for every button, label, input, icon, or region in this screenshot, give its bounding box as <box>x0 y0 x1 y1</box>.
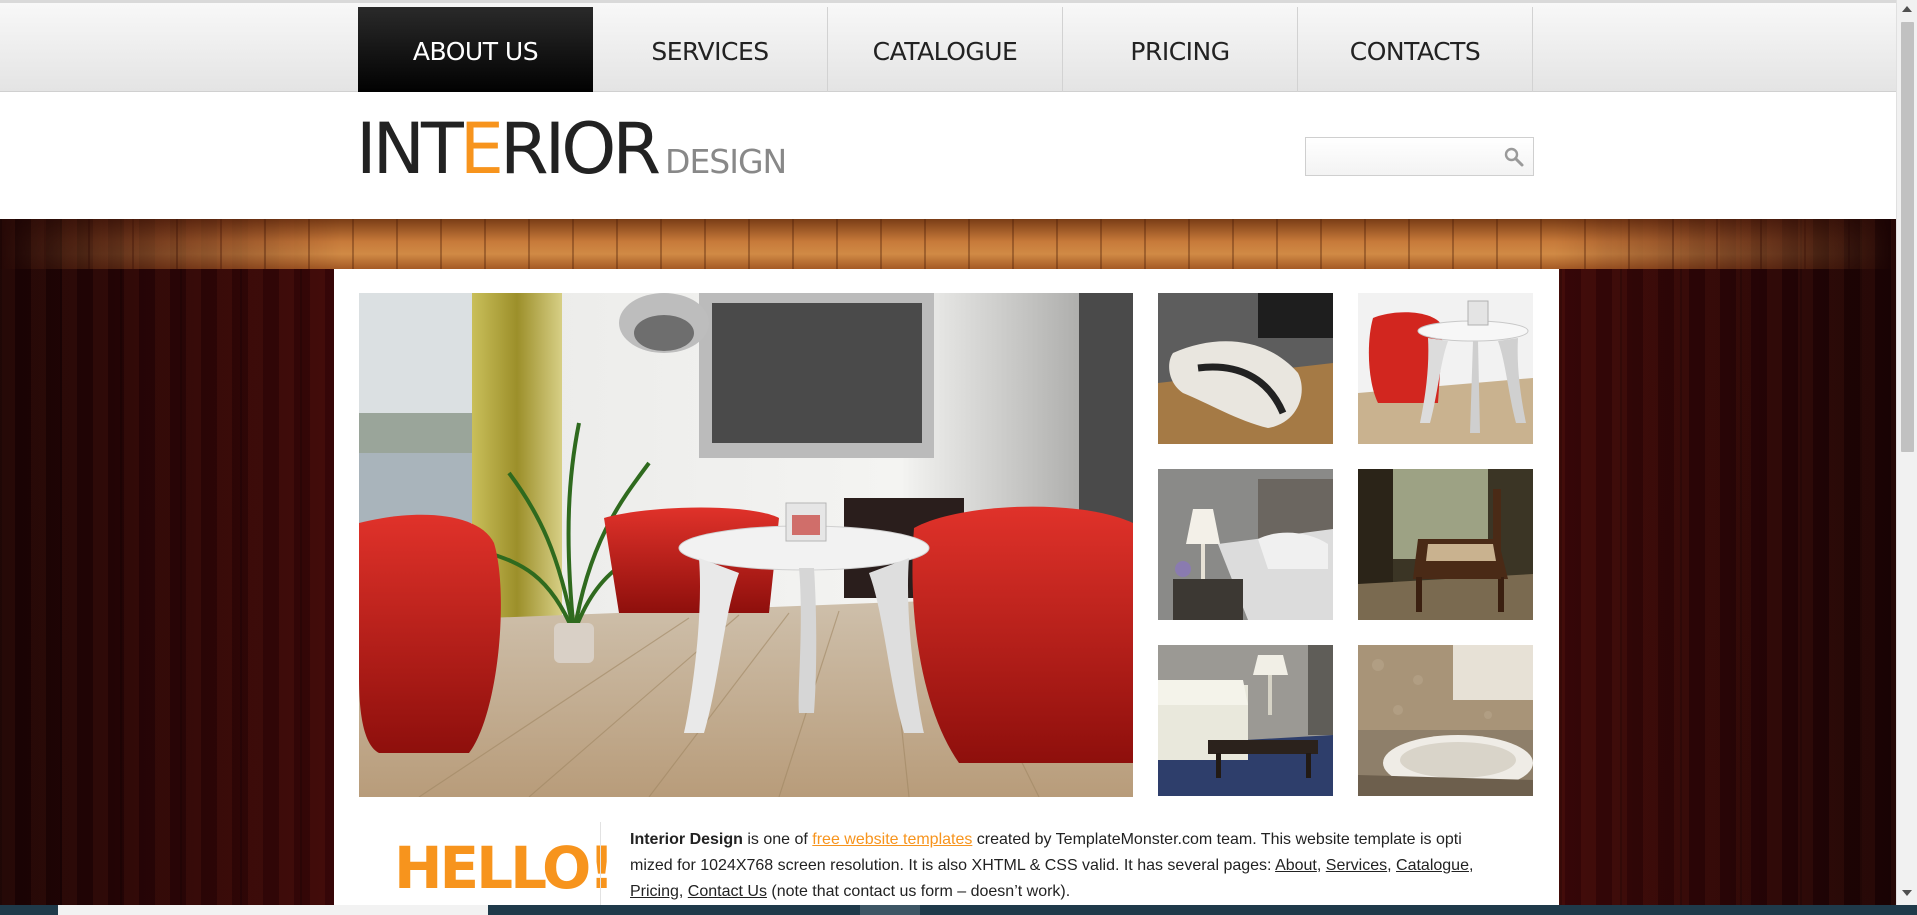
gallery-thumb-3[interactable] <box>1158 469 1333 620</box>
taskbar-app-button[interactable] <box>860 905 920 915</box>
gallery-thumb-1[interactable] <box>1158 293 1333 444</box>
site-header: INTERIOR DESIGN <box>0 92 1896 219</box>
contact-us-link[interactable]: Contact Us <box>688 883 767 900</box>
nav-item-services[interactable]: SERVICES <box>593 7 828 95</box>
gallery-thumb-4[interactable] <box>1358 469 1533 620</box>
hero-illustration <box>359 293 1133 797</box>
search-icon[interactable] <box>1503 146 1525 168</box>
site-logo[interactable]: INTERIOR DESIGN <box>356 114 787 184</box>
hello-heading: HELLO! <box>394 834 615 902</box>
os-taskbar <box>0 905 1917 915</box>
logo-title-accent: E <box>459 108 504 190</box>
scroll-down-arrow-icon[interactable] <box>1902 890 1912 896</box>
nav-item-about-us[interactable]: ABOUT US <box>358 7 593 95</box>
intro-text-3: (note that contact us form – doesn’t wor… <box>766 883 1071 900</box>
search-box <box>1305 137 1534 176</box>
intro-separator-4: , <box>678 883 688 900</box>
thumb-bedroom <box>1158 469 1333 620</box>
intro-text: Interior Design is one of free website t… <box>630 827 1500 905</box>
main-nav: ABOUT US SERVICES CATALOGUE PRICING CONT… <box>358 7 1533 95</box>
thumb-red-chair-table <box>1358 293 1533 444</box>
free-templates-link[interactable]: free website templates <box>812 831 972 848</box>
taskbar-search-field[interactable] <box>58 905 488 915</box>
hero-image <box>359 293 1133 797</box>
thumb-living-room <box>1158 645 1333 796</box>
thumb-lounge-chair <box>1158 293 1333 444</box>
gallery-thumb-6[interactable] <box>1358 645 1533 796</box>
thumb-wooden-armchair <box>1358 469 1533 620</box>
intro-divider <box>600 822 601 905</box>
top-nav-bar: ABOUT US SERVICES CATALOGUE PRICING CONT… <box>0 0 1896 95</box>
intro-separator-3: , <box>1468 857 1474 874</box>
page-scrollbar[interactable] <box>1896 0 1917 905</box>
gallery-thumb-2[interactable] <box>1358 293 1533 444</box>
thumb-bathroom <box>1358 645 1533 796</box>
pricing-link[interactable]: Pricing <box>630 883 679 900</box>
search-input[interactable] <box>1306 138 1496 175</box>
logo-title: INTERIOR <box>356 108 661 190</box>
scroll-thumb[interactable] <box>1901 22 1914 452</box>
about-link[interactable]: About <box>1275 857 1317 874</box>
logo-title-part2: RIOR <box>500 108 661 190</box>
nav-item-pricing[interactable]: PRICING <box>1063 7 1298 95</box>
nav-item-contacts[interactable]: CONTACTS <box>1298 7 1533 95</box>
content-panel: HELLO! Interior Design is one of free we… <box>334 269 1559 905</box>
intro-separator-2: , <box>1387 857 1397 874</box>
wood-light-strip <box>0 219 1896 269</box>
services-link[interactable]: Services <box>1326 857 1387 874</box>
gallery-thumb-5[interactable] <box>1158 645 1333 796</box>
catalogue-link[interactable]: Catalogue <box>1396 857 1469 874</box>
intro-brand: Interior Design <box>630 831 743 848</box>
scroll-up-arrow-icon[interactable] <box>1902 6 1912 12</box>
logo-title-part1: INT <box>356 108 464 190</box>
intro-text-1: is one of <box>742 831 813 848</box>
nav-item-catalogue[interactable]: CATALOGUE <box>828 7 1063 95</box>
intro-separator-1: , <box>1316 857 1326 874</box>
logo-subtitle: DESIGN <box>665 142 787 181</box>
